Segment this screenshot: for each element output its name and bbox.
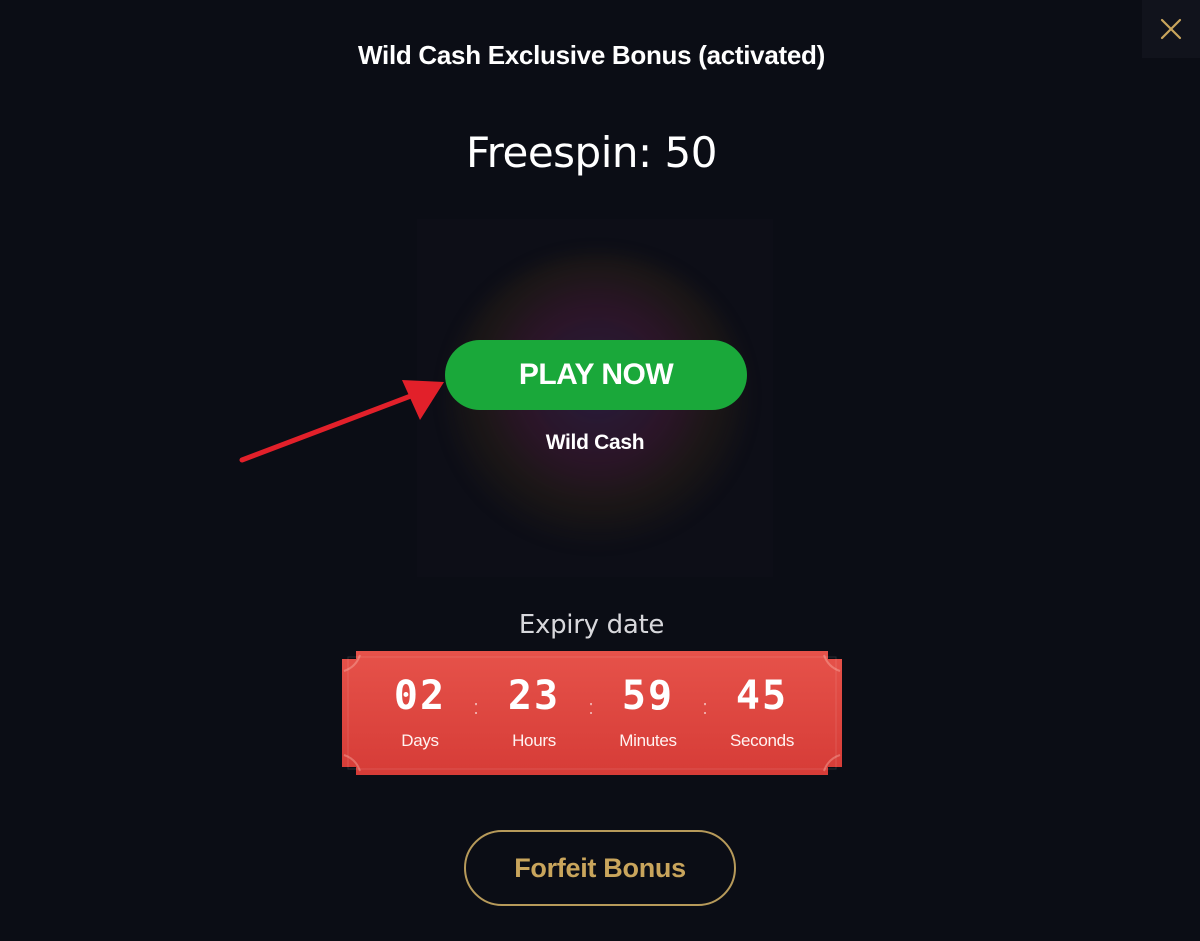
countdown-hours: 23 Hours [484, 673, 584, 751]
forfeit-bonus-button[interactable]: Forfeit Bonus [464, 830, 736, 906]
game-name: Wild Cash [545, 431, 645, 454]
countdown-days: 02 Days [370, 673, 470, 751]
close-icon [1160, 18, 1182, 40]
bonus-title: Wild Cash Exclusive Bonus (activated) [358, 40, 825, 70]
days-label: Days [401, 731, 439, 750]
countdown-minutes: 59 Minutes [598, 673, 698, 751]
minutes-label: Minutes [619, 731, 677, 750]
minutes-value: 59 [621, 673, 675, 719]
countdown-separator: : [702, 697, 708, 719]
bonus-modal: Wild Cash Exclusive Bonus (activated) Fr… [0, 0, 1200, 941]
play-now-button[interactable]: PLAY NOW [445, 340, 747, 410]
game-card[interactable]: PLAY NOW Wild Cash [417, 219, 773, 577]
seconds-value: 45 [735, 673, 789, 719]
days-value: 02 [393, 673, 447, 719]
expiry-date-label: Expiry date [518, 610, 665, 640]
hours-label: Hours [512, 731, 556, 750]
countdown-separator: : [588, 697, 594, 719]
hours-value: 23 [507, 673, 561, 719]
countdown-timer: 02 Days : 23 Hours : 59 Minutes : 45 Sec… [342, 651, 842, 775]
seconds-label: Seconds [729, 731, 795, 750]
countdown-seconds: 45 Seconds [712, 673, 812, 751]
countdown-separator: : [473, 697, 479, 719]
freespin-count: Freespin: 50 [466, 128, 717, 177]
